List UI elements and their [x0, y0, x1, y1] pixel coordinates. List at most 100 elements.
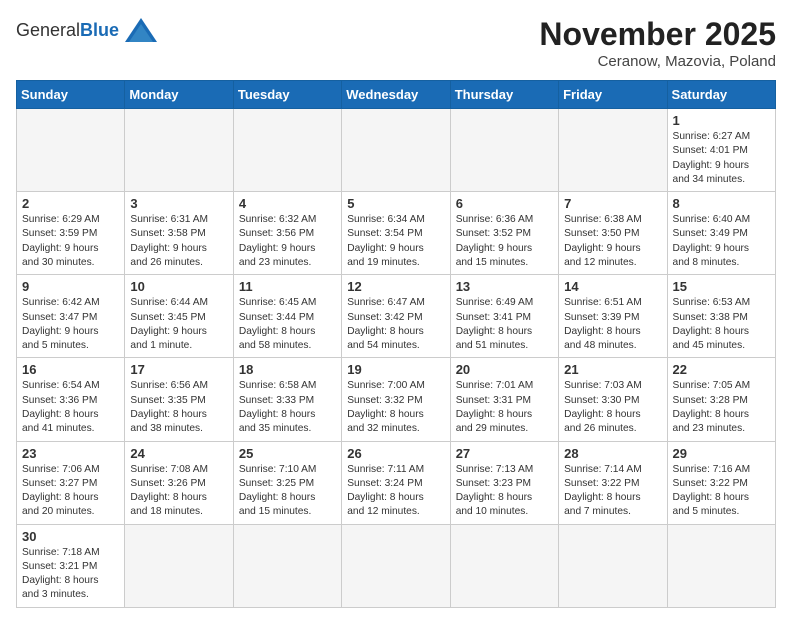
- day-number: 6: [456, 196, 553, 211]
- calendar-week-row: 16 Sunrise: 6:54 AM Sunset: 3:36 PM Dayli…: [17, 358, 776, 441]
- calendar-cell: 24Sunrise: 7:08 AM Sunset: 3:26 PM Dayli…: [125, 441, 233, 524]
- day-number: 5: [347, 196, 444, 211]
- day-number: 15: [673, 279, 770, 294]
- day-number: 8: [673, 196, 770, 211]
- day-number: 25: [239, 446, 336, 461]
- day-number: 10: [130, 279, 227, 294]
- calendar-cell: 3Sunrise: 6:31 AM Sunset: 3:58 PM Daylig…: [125, 192, 233, 275]
- calendar-week-row: 23Sunrise: 7:06 AM Sunset: 3:27 PM Dayli…: [17, 441, 776, 524]
- day-info: Sunrise: 7:18 AM Sunset: 3:21 PM Dayligh…: [22, 546, 119, 603]
- calendar-cell: 2 Sunrise: 6:29 AM Sunset: 3:59 PM Daylig…: [17, 192, 125, 275]
- day-header-friday: Friday: [559, 81, 667, 109]
- day-number: 23: [22, 446, 119, 461]
- logo-icon: [123, 16, 159, 44]
- day-info: Sunrise: 6:27 AM Sunset: 4:01 PM Dayligh…: [673, 130, 770, 187]
- calendar-week-row: 30 Sunrise: 7:18 AM Sunset: 3:21 PM Dayli…: [17, 524, 776, 607]
- calendar-cell: 29 Sunrise: 7:16 AM Sunset: 3:22 PM Dayli…: [667, 441, 775, 524]
- day-number: 12: [347, 279, 444, 294]
- calendar-cell: 17 Sunrise: 6:56 AM Sunset: 3:35 PM Dayli…: [125, 358, 233, 441]
- day-number: 29: [673, 446, 770, 461]
- day-number: 22: [673, 362, 770, 377]
- day-number: 17: [130, 362, 227, 377]
- day-info: Sunrise: 6:47 AM Sunset: 3:42 PM Dayligh…: [347, 296, 444, 353]
- day-number: 30: [22, 529, 119, 544]
- day-info: Sunrise: 7:16 AM Sunset: 3:22 PM Dayligh…: [673, 463, 770, 520]
- calendar-cell: 22 Sunrise: 7:05 AM Sunset: 3:28 PM Dayli…: [667, 358, 775, 441]
- day-number: 2: [22, 196, 119, 211]
- calendar-cell: 21 Sunrise: 7:03 AM Sunset: 3:30 PM Dayli…: [559, 358, 667, 441]
- calendar-week-row: 9 Sunrise: 6:42 AM Sunset: 3:47 PM Daylig…: [17, 275, 776, 358]
- day-info: Sunrise: 7:13 AM Sunset: 3:23 PM Dayligh…: [456, 463, 553, 520]
- calendar-title: November 2025: [539, 16, 776, 53]
- calendar-cell: [125, 524, 233, 607]
- calendar-week-row: 1Sunrise: 6:27 AM Sunset: 4:01 PM Daylig…: [17, 109, 776, 192]
- day-header-tuesday: Tuesday: [233, 81, 341, 109]
- day-info: Sunrise: 6:54 AM Sunset: 3:36 PM Dayligh…: [22, 379, 119, 436]
- day-info: Sunrise: 7:01 AM Sunset: 3:31 PM Dayligh…: [456, 379, 553, 436]
- calendar-cell: 6Sunrise: 6:36 AM Sunset: 3:52 PM Daylig…: [450, 192, 558, 275]
- day-number: 14: [564, 279, 661, 294]
- calendar-cell: 23Sunrise: 7:06 AM Sunset: 3:27 PM Dayli…: [17, 441, 125, 524]
- calendar-cell: 8 Sunrise: 6:40 AM Sunset: 3:49 PM Daylig…: [667, 192, 775, 275]
- logo-text: GeneralBlue: [16, 20, 119, 41]
- day-info: Sunrise: 6:40 AM Sunset: 3:49 PM Dayligh…: [673, 213, 770, 270]
- calendar-cell: 19 Sunrise: 7:00 AM Sunset: 3:32 PM Dayli…: [342, 358, 450, 441]
- day-header-sunday: Sunday: [17, 81, 125, 109]
- calendar-week-row: 2 Sunrise: 6:29 AM Sunset: 3:59 PM Daylig…: [17, 192, 776, 275]
- day-info: Sunrise: 6:34 AM Sunset: 3:54 PM Dayligh…: [347, 213, 444, 270]
- calendar-cell: [450, 109, 558, 192]
- calendar-cell: [342, 524, 450, 607]
- day-info: Sunrise: 7:14 AM Sunset: 3:22 PM Dayligh…: [564, 463, 661, 520]
- day-info: Sunrise: 6:53 AM Sunset: 3:38 PM Dayligh…: [673, 296, 770, 353]
- day-info: Sunrise: 6:56 AM Sunset: 3:35 PM Dayligh…: [130, 379, 227, 436]
- calendar-cell: [450, 524, 558, 607]
- logo: GeneralBlue: [16, 16, 159, 44]
- day-info: Sunrise: 6:51 AM Sunset: 3:39 PM Dayligh…: [564, 296, 661, 353]
- calendar-cell: 4Sunrise: 6:32 AM Sunset: 3:56 PM Daylig…: [233, 192, 341, 275]
- day-header-monday: Monday: [125, 81, 233, 109]
- day-info: Sunrise: 6:45 AM Sunset: 3:44 PM Dayligh…: [239, 296, 336, 353]
- day-number: 21: [564, 362, 661, 377]
- calendar-cell: [559, 109, 667, 192]
- day-number: 11: [239, 279, 336, 294]
- day-number: 13: [456, 279, 553, 294]
- calendar-cell: 27Sunrise: 7:13 AM Sunset: 3:23 PM Dayli…: [450, 441, 558, 524]
- calendar-cell: 18Sunrise: 6:58 AM Sunset: 3:33 PM Dayli…: [233, 358, 341, 441]
- day-info: Sunrise: 6:49 AM Sunset: 3:41 PM Dayligh…: [456, 296, 553, 353]
- calendar-cell: [667, 524, 775, 607]
- day-info: Sunrise: 6:42 AM Sunset: 3:47 PM Dayligh…: [22, 296, 119, 353]
- day-info: Sunrise: 7:03 AM Sunset: 3:30 PM Dayligh…: [564, 379, 661, 436]
- calendar-cell: [233, 524, 341, 607]
- calendar-subtitle: Ceranow, Mazovia, Poland: [539, 53, 776, 70]
- calendar-header-row: SundayMondayTuesdayWednesdayThursdayFrid…: [17, 81, 776, 109]
- calendar-cell: 1Sunrise: 6:27 AM Sunset: 4:01 PM Daylig…: [667, 109, 775, 192]
- calendar-cell: [17, 109, 125, 192]
- day-info: Sunrise: 7:11 AM Sunset: 3:24 PM Dayligh…: [347, 463, 444, 520]
- day-info: Sunrise: 7:05 AM Sunset: 3:28 PM Dayligh…: [673, 379, 770, 436]
- calendar-table: SundayMondayTuesdayWednesdayThursdayFrid…: [16, 80, 776, 608]
- calendar-cell: 11 Sunrise: 6:45 AM Sunset: 3:44 PM Dayli…: [233, 275, 341, 358]
- day-number: 18: [239, 362, 336, 377]
- calendar-cell: 25Sunrise: 7:10 AM Sunset: 3:25 PM Dayli…: [233, 441, 341, 524]
- calendar-cell: 15 Sunrise: 6:53 AM Sunset: 3:38 PM Dayli…: [667, 275, 775, 358]
- calendar-cell: 10 Sunrise: 6:44 AM Sunset: 3:45 PM Dayli…: [125, 275, 233, 358]
- day-number: 20: [456, 362, 553, 377]
- calendar-cell: 12 Sunrise: 6:47 AM Sunset: 3:42 PM Dayli…: [342, 275, 450, 358]
- day-number: 19: [347, 362, 444, 377]
- day-info: Sunrise: 6:44 AM Sunset: 3:45 PM Dayligh…: [130, 296, 227, 353]
- day-info: Sunrise: 6:29 AM Sunset: 3:59 PM Dayligh…: [22, 213, 119, 270]
- calendar-cell: [342, 109, 450, 192]
- day-number: 3: [130, 196, 227, 211]
- day-number: 9: [22, 279, 119, 294]
- day-info: Sunrise: 6:38 AM Sunset: 3:50 PM Dayligh…: [564, 213, 661, 270]
- calendar-title-area: November 2025 Ceranow, Mazovia, Poland: [539, 16, 776, 70]
- day-header-wednesday: Wednesday: [342, 81, 450, 109]
- calendar-cell: 7Sunrise: 6:38 AM Sunset: 3:50 PM Daylig…: [559, 192, 667, 275]
- day-number: 4: [239, 196, 336, 211]
- calendar-cell: [559, 524, 667, 607]
- page-header: GeneralBlue November 2025 Ceranow, Mazov…: [16, 16, 776, 70]
- calendar-cell: 13 Sunrise: 6:49 AM Sunset: 3:41 PM Dayli…: [450, 275, 558, 358]
- day-number: 16: [22, 362, 119, 377]
- day-info: Sunrise: 7:00 AM Sunset: 3:32 PM Dayligh…: [347, 379, 444, 436]
- calendar-cell: 28Sunrise: 7:14 AM Sunset: 3:22 PM Dayli…: [559, 441, 667, 524]
